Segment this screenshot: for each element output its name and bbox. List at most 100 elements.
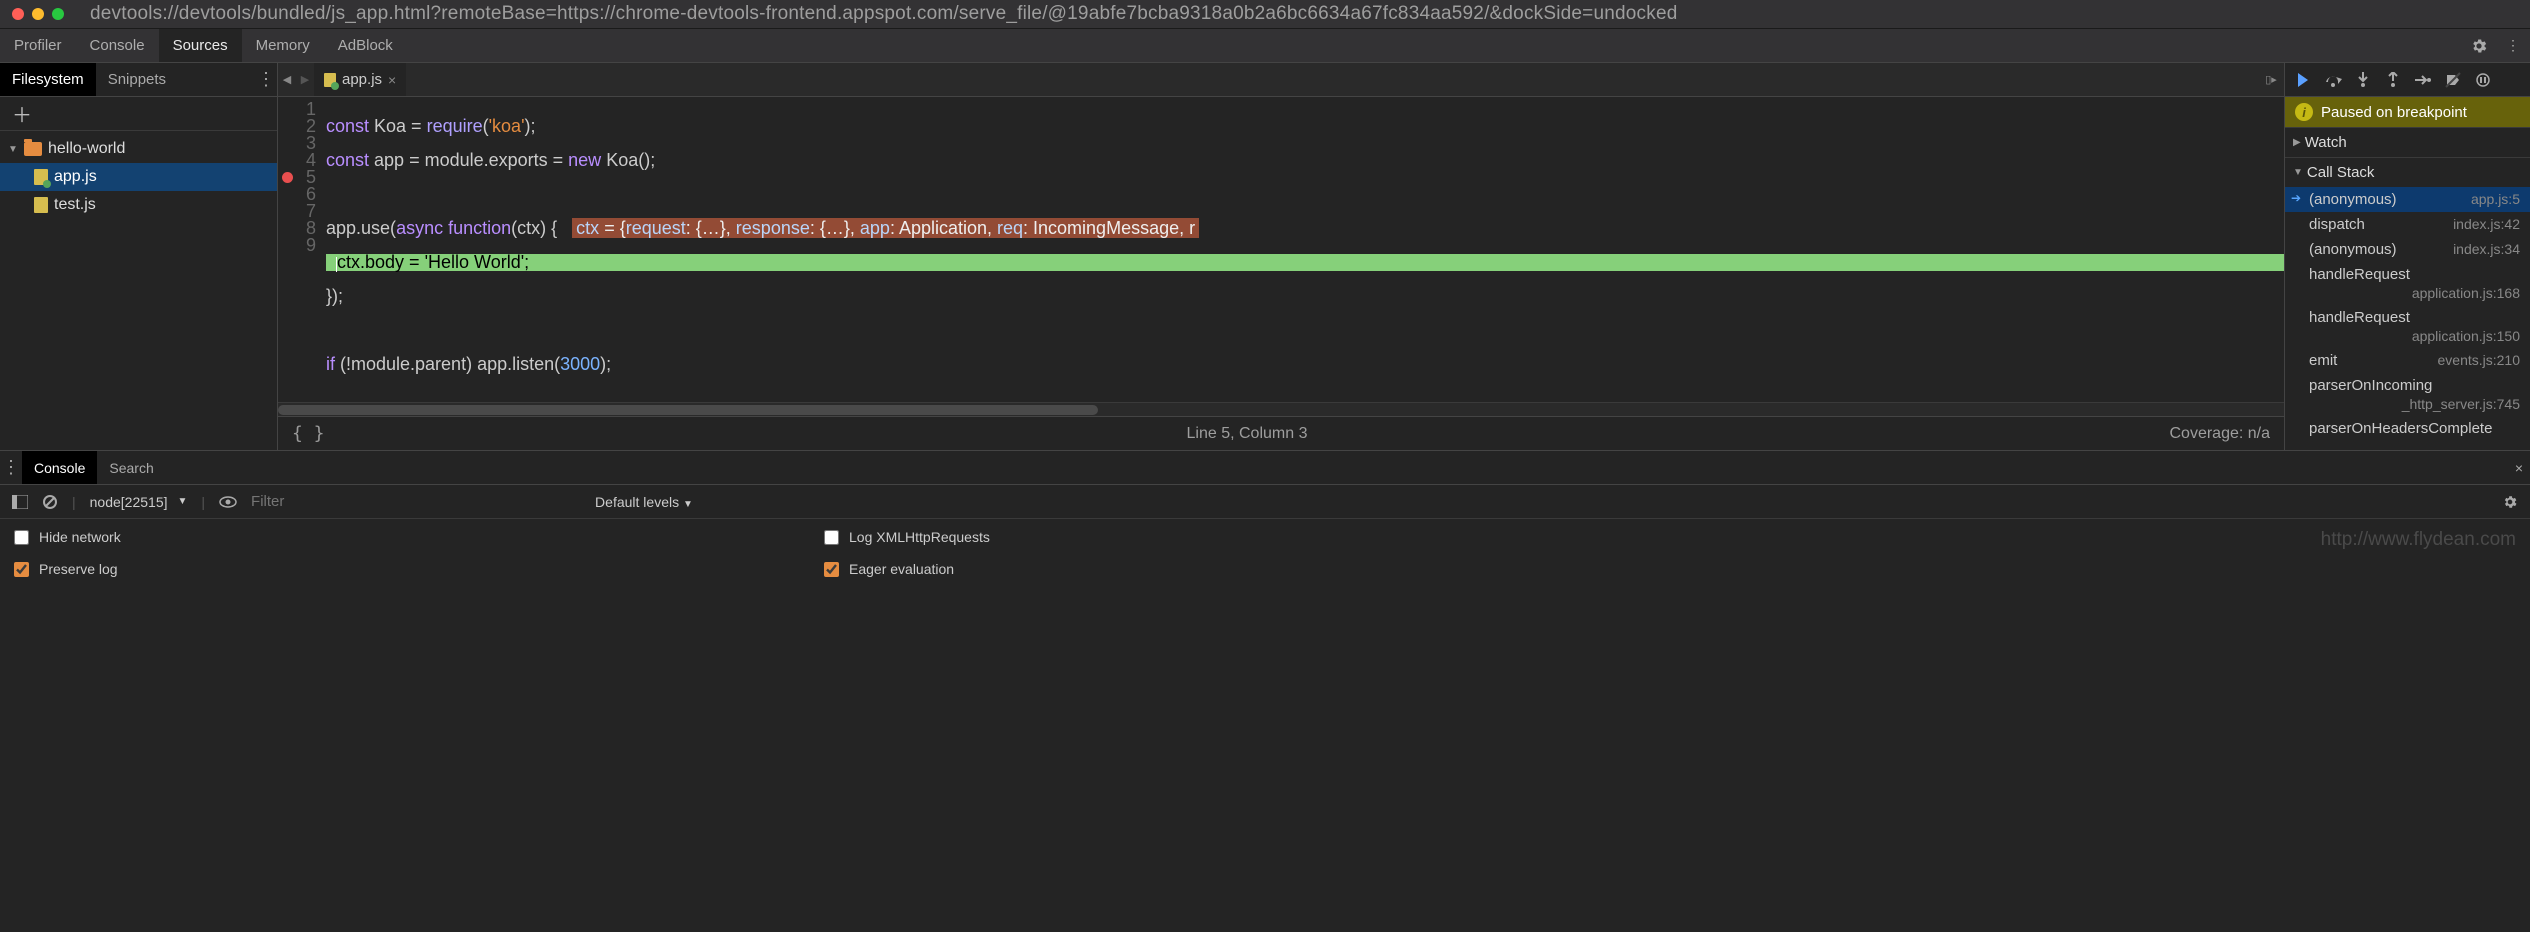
add-folder-button[interactable]: ＋: [12, 99, 32, 128]
file-icon: [34, 169, 48, 185]
file-icon: [34, 197, 48, 213]
callstack-section: ▼Call Stack ➔(anonymous)app.js:5dispatch…: [2285, 157, 2530, 441]
stack-frame[interactable]: ➔(anonymous)app.js:5: [2285, 187, 2530, 212]
navigator-tabs: Filesystem Snippets ⋮: [0, 63, 277, 97]
deactivate-bp-button[interactable]: [2443, 70, 2463, 90]
drawer-close-button[interactable]: ×: [2508, 451, 2530, 484]
tab-drawer-search[interactable]: Search: [97, 451, 165, 484]
cursor-position: Line 5, Column 3: [325, 425, 2170, 443]
console-sidebar-button[interactable]: [12, 495, 28, 509]
console-settings-row: Hide network Preserve log Log XMLHttpReq…: [0, 519, 2530, 587]
workspace: Filesystem Snippets ⋮ ＋ ▼ hello-world ap…: [0, 62, 2530, 450]
pause-icon: [2476, 73, 2490, 87]
tree-folder-hello-world[interactable]: ▼ hello-world: [0, 135, 277, 163]
callstack-header[interactable]: ▼Call Stack: [2285, 158, 2530, 187]
add-folder-row: ＋: [0, 97, 277, 131]
inline-debug-hint: ctx = {request: {…}, response: {…}, app:…: [572, 218, 1199, 238]
console-filter-input[interactable]: [251, 493, 581, 510]
pause-exceptions-button[interactable]: [2473, 70, 2493, 90]
close-icon: ×: [2515, 460, 2523, 476]
kebab-icon: ⋮: [257, 69, 275, 90]
breakpoint-icon[interactable]: [282, 172, 293, 183]
list-icon: ▯▸: [2265, 73, 2277, 86]
tab-drawer-console[interactable]: Console: [22, 451, 97, 484]
step-into-button[interactable]: [2353, 70, 2373, 90]
chevron-right-icon: ▶: [301, 73, 309, 86]
callstack-label: Call Stack: [2307, 164, 2375, 181]
show-function-button[interactable]: ▯▸: [2258, 63, 2284, 96]
tab-adblock[interactable]: AdBlock: [324, 29, 407, 62]
editor-tab-app[interactable]: app.js ×: [314, 63, 406, 96]
opt-hide-network[interactable]: Hide network: [14, 529, 734, 545]
navigator-panel: Filesystem Snippets ⋮ ＋ ▼ hello-world ap…: [0, 63, 278, 450]
chevron-down-icon: ▼: [178, 496, 188, 507]
debugger-panel: i Paused on breakpoint ▶Watch ▼Call Stac…: [2285, 63, 2530, 450]
tree-file-app[interactable]: app.js: [0, 163, 277, 191]
coverage-status: Coverage: n/a: [2169, 425, 2270, 443]
resume-button[interactable]: [2293, 70, 2313, 90]
nav-fwd-button[interactable]: ▶: [296, 63, 314, 96]
window-url: devtools://devtools/bundled/js_app.html?…: [90, 3, 1677, 25]
opt-preserve-log[interactable]: Preserve log: [14, 561, 734, 577]
tab-snippets[interactable]: Snippets: [96, 63, 178, 96]
opt-log-xhr[interactable]: Log XMLHttpRequests: [824, 529, 1544, 545]
editor-horizontal-scrollbar[interactable]: [278, 402, 2284, 416]
step-over-button[interactable]: [2323, 70, 2343, 90]
step-out-button[interactable]: [2383, 70, 2403, 90]
window-titlebar: devtools://devtools/bundled/js_app.html?…: [0, 0, 2530, 28]
watch-section[interactable]: ▶Watch: [2285, 127, 2530, 157]
file-tree: ▼ hello-world app.js test.js: [0, 131, 277, 450]
stack-frame[interactable]: dispatchindex.js:42: [2285, 212, 2530, 237]
close-tab-button[interactable]: ×: [388, 72, 396, 88]
live-expression-button[interactable]: [219, 496, 237, 508]
clear-console-button[interactable]: [42, 494, 58, 510]
tab-filesystem[interactable]: Filesystem: [0, 63, 96, 96]
console-settings-button[interactable]: [2502, 494, 2518, 510]
tab-memory[interactable]: Memory: [242, 29, 324, 62]
watermark-label: http://www.flydean.com: [2321, 529, 2516, 577]
nav-back-button[interactable]: ◀: [278, 63, 296, 96]
more-menu-button[interactable]: ⋮: [2496, 29, 2530, 62]
folder-icon: [24, 142, 42, 156]
stack-frame[interactable]: handleRequestapplication.js:150: [2285, 305, 2530, 348]
file-label: test.js: [54, 196, 96, 214]
editor-tab-bar: ◀ ▶ app.js × ▯▸: [278, 63, 2284, 97]
chevron-left-icon: ◀: [283, 73, 291, 86]
settings-button[interactable]: [2462, 29, 2496, 62]
debugger-controls: [2285, 63, 2530, 97]
tab-console[interactable]: Console: [76, 29, 159, 62]
breakpoint-toggle-icon: [2445, 72, 2461, 88]
stack-frame[interactable]: parserOnIncoming_http_server.js:745: [2285, 373, 2530, 416]
tab-sources[interactable]: Sources: [159, 29, 242, 62]
pretty-print-button[interactable]: { }: [292, 423, 325, 444]
step-button[interactable]: [2413, 70, 2433, 90]
paused-message: Paused on breakpoint: [2321, 104, 2467, 121]
navigator-more-button[interactable]: ⋮: [255, 63, 277, 96]
sidebar-icon: [12, 495, 28, 509]
stack-frame[interactable]: handleRequestapplication.js:168: [2285, 262, 2530, 305]
log-levels-selector[interactable]: Default levels ▼: [595, 494, 693, 510]
stack-frame[interactable]: (anonymous)index.js:34: [2285, 237, 2530, 262]
tab-profiler[interactable]: Profiler: [0, 29, 76, 62]
editor-tab-label: app.js: [342, 71, 382, 88]
stack-frame[interactable]: parserOnHeadersComplete: [2285, 416, 2530, 441]
console-toolbar: | node[22515] ▼ | Default levels ▼: [0, 485, 2530, 519]
context-selector[interactable]: node[22515] ▼: [90, 494, 188, 510]
stack-frame[interactable]: emitevents.js:210: [2285, 348, 2530, 373]
code-area[interactable]: const Koa = require('koa'); const app = …: [326, 97, 2284, 402]
gear-icon: [2502, 494, 2518, 510]
opt-eager-eval[interactable]: Eager evaluation: [824, 561, 1544, 577]
window-zoom-icon[interactable]: [52, 8, 64, 20]
step-into-icon: [2356, 72, 2370, 88]
tree-file-test[interactable]: test.js: [0, 191, 277, 219]
editor-panel: ◀ ▶ app.js × ▯▸ 1234 5 6789 const Koa = …: [278, 63, 2285, 450]
gear-icon: [2470, 37, 2488, 55]
chevron-down-icon: ▼: [683, 499, 693, 510]
window-minimize-icon[interactable]: [32, 8, 44, 20]
editor-body[interactable]: 1234 5 6789 const Koa = require('koa'); …: [278, 97, 2284, 402]
window-close-icon[interactable]: [12, 8, 24, 20]
file-label: app.js: [54, 168, 97, 186]
editor-status-bar: { } Line 5, Column 3 Coverage: n/a: [278, 416, 2284, 450]
gutter[interactable]: 1234 5 6789: [278, 97, 326, 402]
drawer-more-button[interactable]: ⋮: [0, 451, 22, 484]
